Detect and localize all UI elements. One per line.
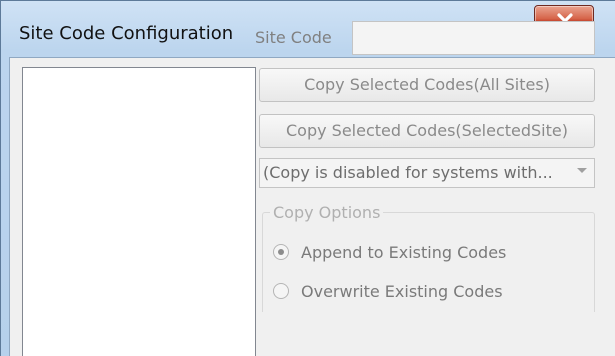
overwrite-radio-label: Overwrite Existing Codes	[301, 282, 503, 301]
append-radio-button[interactable]	[273, 244, 289, 260]
copy-mode-dropdown[interactable]: (Copy is disabled for systems with...	[259, 158, 595, 188]
copy-selected-codes-selected-site-button[interactable]: Copy Selected Codes(SelectedSite)	[259, 114, 595, 148]
copy-selected-codes-all-sites-button[interactable]: Copy Selected Codes(All Sites)	[259, 68, 595, 102]
site-code-input[interactable]	[352, 21, 595, 55]
append-radio-label: Append to Existing Codes	[301, 243, 507, 262]
copy-mode-selected-value: (Copy is disabled for systems with...	[263, 163, 553, 182]
overwrite-radio-button[interactable]	[273, 283, 289, 299]
site-list[interactable]	[22, 67, 256, 356]
chevron-down-icon[interactable]	[577, 168, 587, 173]
site-code-label: Site Code	[255, 28, 332, 47]
site-code-configuration-window: Site Code Configuration Site Code Copy S…	[0, 0, 615, 356]
window-title: Site Code Configuration	[19, 23, 234, 44]
copy-options-legend: Copy Options	[270, 203, 384, 222]
